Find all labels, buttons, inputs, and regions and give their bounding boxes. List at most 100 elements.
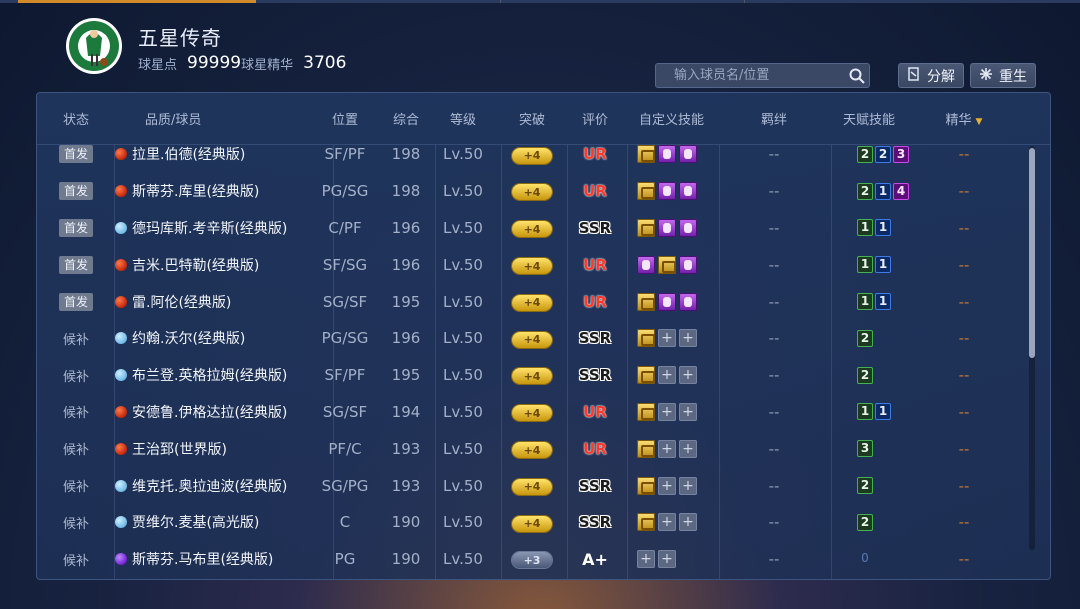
- add-skill-icon[interactable]: +: [679, 476, 697, 495]
- player-cell[interactable]: 维克托.奥拉迪波(经典版): [115, 476, 305, 496]
- header-position[interactable]: 位置: [305, 109, 385, 128]
- player-cell[interactable]: 吉米.巴特勒(经典版): [115, 255, 305, 275]
- player-row[interactable]: 候补 约翰.沃尔(经典版) PG/SG 196 Lv.50 +4 SSR + + …: [37, 320, 1050, 357]
- breakthrough-cell: +4: [499, 256, 565, 275]
- purple-skill-icon[interactable]: [679, 292, 697, 311]
- add-skill-icon[interactable]: +: [679, 402, 697, 421]
- player-row[interactable]: 首发 吉米.巴特勒(经典版) SF/SG 196 Lv.50 +4 UR -- …: [37, 246, 1050, 283]
- search-input[interactable]: [656, 64, 844, 87]
- player-cell[interactable]: 王治郅(世界版): [115, 439, 305, 459]
- talent-list: 11: [857, 256, 909, 274]
- gold-skill-icon[interactable]: [637, 402, 655, 421]
- player-cell[interactable]: 斯蒂芬.马布里(经典版): [115, 549, 305, 569]
- gold-skill-icon[interactable]: [637, 329, 655, 348]
- talent-badge: 2: [875, 145, 891, 163]
- header-player[interactable]: 品质/球员: [115, 109, 305, 128]
- player-cell[interactable]: 拉里.伯德(经典版): [115, 144, 305, 164]
- bond-cell: --: [768, 218, 780, 237]
- breakthrough-badge: +4: [512, 258, 552, 275]
- position-cell: SG/PG: [321, 476, 369, 495]
- player-row[interactable]: 候补 安德鲁.伊格达拉(经典版) SG/SF 194 Lv.50 +4 UR +…: [37, 394, 1050, 431]
- purple-skill-icon[interactable]: [658, 145, 676, 164]
- header-level[interactable]: 等级: [427, 109, 499, 128]
- header-bond[interactable]: 羁绊: [719, 109, 829, 128]
- quality-dot-icon: [115, 442, 127, 455]
- scroll-thumb[interactable]: [1029, 148, 1035, 358]
- overall-cell: 196: [391, 218, 421, 237]
- talent-badge: 0: [861, 550, 869, 565]
- reborn-button[interactable]: 重生: [970, 63, 1036, 88]
- talent-list: 223: [857, 145, 909, 163]
- gold-skill-icon[interactable]: [637, 292, 655, 311]
- rating-badge: SSR: [578, 513, 612, 532]
- player-row[interactable]: 首发 雷.阿伦(经典版) SG/SF 195 Lv.50 +4 UR -- 11…: [37, 283, 1050, 320]
- add-skill-icon[interactable]: +: [679, 439, 697, 458]
- player-cell[interactable]: 布兰登.英格拉姆(经典版): [115, 365, 305, 385]
- purple-skill-icon[interactable]: [658, 218, 676, 237]
- add-skill-icon[interactable]: +: [658, 513, 676, 532]
- add-skill-icon[interactable]: +: [658, 366, 676, 385]
- add-skill-icon[interactable]: +: [679, 513, 697, 532]
- gold-skill-icon[interactable]: [658, 255, 676, 274]
- dismantle-button[interactable]: 分解: [898, 63, 964, 88]
- gold-skill-icon[interactable]: [637, 513, 655, 532]
- purple-skill-icon[interactable]: [679, 182, 697, 201]
- player-name: 维克托.奥拉迪波(经典版): [132, 478, 288, 495]
- player-cell[interactable]: 斯蒂芬.库里(经典版): [115, 181, 305, 201]
- status-cell: 候补: [37, 476, 115, 495]
- player-cell[interactable]: 贾维尔.麦基(高光版): [115, 512, 305, 532]
- add-skill-icon[interactable]: +: [679, 366, 697, 385]
- purple-skill-icon[interactable]: [658, 292, 676, 311]
- add-skill-icon[interactable]: +: [679, 329, 697, 348]
- add-skill-icon[interactable]: +: [658, 402, 676, 421]
- add-skill-icon[interactable]: +: [658, 329, 676, 348]
- gold-skill-icon[interactable]: [637, 182, 655, 201]
- status-tag: 候补: [62, 406, 89, 422]
- header-essence[interactable]: 精华 ▼: [909, 109, 1019, 128]
- position-cell: PG: [334, 550, 356, 569]
- purple-skill-icon[interactable]: [637, 255, 655, 274]
- gold-skill-icon[interactable]: [637, 439, 655, 458]
- add-skill-icon[interactable]: +: [658, 550, 676, 569]
- player-row[interactable]: 候补 布兰登.英格拉姆(经典版) SF/PF 195 Lv.50 +4 SSR …: [37, 357, 1050, 394]
- quality-dot-icon: [115, 516, 127, 529]
- breakthrough-badge: +4: [512, 184, 552, 201]
- gold-skill-icon[interactable]: [637, 145, 655, 164]
- search-icon[interactable]: [844, 63, 869, 88]
- gold-skill-icon[interactable]: [637, 218, 655, 237]
- player-row[interactable]: 首发 斯蒂芬.库里(经典版) PG/SG 198 Lv.50 +4 UR -- …: [37, 173, 1050, 210]
- active-tab-indicator[interactable]: [18, 0, 256, 3]
- purple-skill-icon[interactable]: [679, 145, 697, 164]
- add-skill-icon[interactable]: +: [658, 439, 676, 458]
- search-field[interactable]: [655, 63, 870, 88]
- skill-list: + +: [637, 476, 719, 495]
- header-custom-skills[interactable]: 自定义技能: [625, 109, 719, 128]
- tab-divider: [744, 0, 745, 3]
- add-skill-icon[interactable]: +: [658, 476, 676, 495]
- player-cell[interactable]: 雷.阿伦(经典版): [115, 292, 305, 312]
- player-cell[interactable]: 德玛库斯.考辛斯(经典版): [115, 218, 305, 238]
- add-skill-icon[interactable]: +: [637, 550, 655, 569]
- header-talent[interactable]: 天赋技能: [829, 109, 909, 128]
- player-row[interactable]: 候补 斯蒂芬.马布里(经典版) PG 190 Lv.50 +3 A+ + + --…: [37, 541, 1050, 578]
- header-status[interactable]: 状态: [37, 109, 115, 128]
- status-tag: 首发: [59, 145, 93, 164]
- player-row[interactable]: 候补 贾维尔.麦基(高光版) C 190 Lv.50 +4 SSR + + -- …: [37, 504, 1050, 541]
- purple-skill-icon[interactable]: [679, 255, 697, 274]
- player-row[interactable]: 首发 德玛库斯.考辛斯(经典版) C/PF 196 Lv.50 +4 SSR -…: [37, 210, 1050, 247]
- player-name: 约翰.沃尔(经典版): [132, 331, 246, 348]
- rating-badge: UR: [583, 145, 607, 164]
- player-row[interactable]: 首发 拉里.伯德(经典版) SF/PF 198 Lv.50 +4 UR -- 2…: [37, 136, 1050, 173]
- header-breakthrough[interactable]: 突破: [499, 109, 565, 128]
- gold-skill-icon[interactable]: [637, 476, 655, 495]
- purple-skill-icon[interactable]: [658, 182, 676, 201]
- player-cell[interactable]: 安德鲁.伊格达拉(经典版): [115, 402, 305, 422]
- player-row[interactable]: 候补 王治郅(世界版) PF/C 193 Lv.50 +4 UR + + -- 3…: [37, 430, 1050, 467]
- gold-skill-icon[interactable]: [637, 366, 655, 385]
- header-overall[interactable]: 综合: [385, 109, 427, 128]
- scrollbar[interactable]: [1029, 146, 1035, 550]
- purple-skill-icon[interactable]: [679, 218, 697, 237]
- header-rating[interactable]: 评价: [565, 109, 625, 128]
- player-row[interactable]: 候补 维克托.奥拉迪波(经典版) SG/PG 193 Lv.50 +4 SSR …: [37, 467, 1050, 504]
- player-cell[interactable]: 约翰.沃尔(经典版): [115, 328, 305, 348]
